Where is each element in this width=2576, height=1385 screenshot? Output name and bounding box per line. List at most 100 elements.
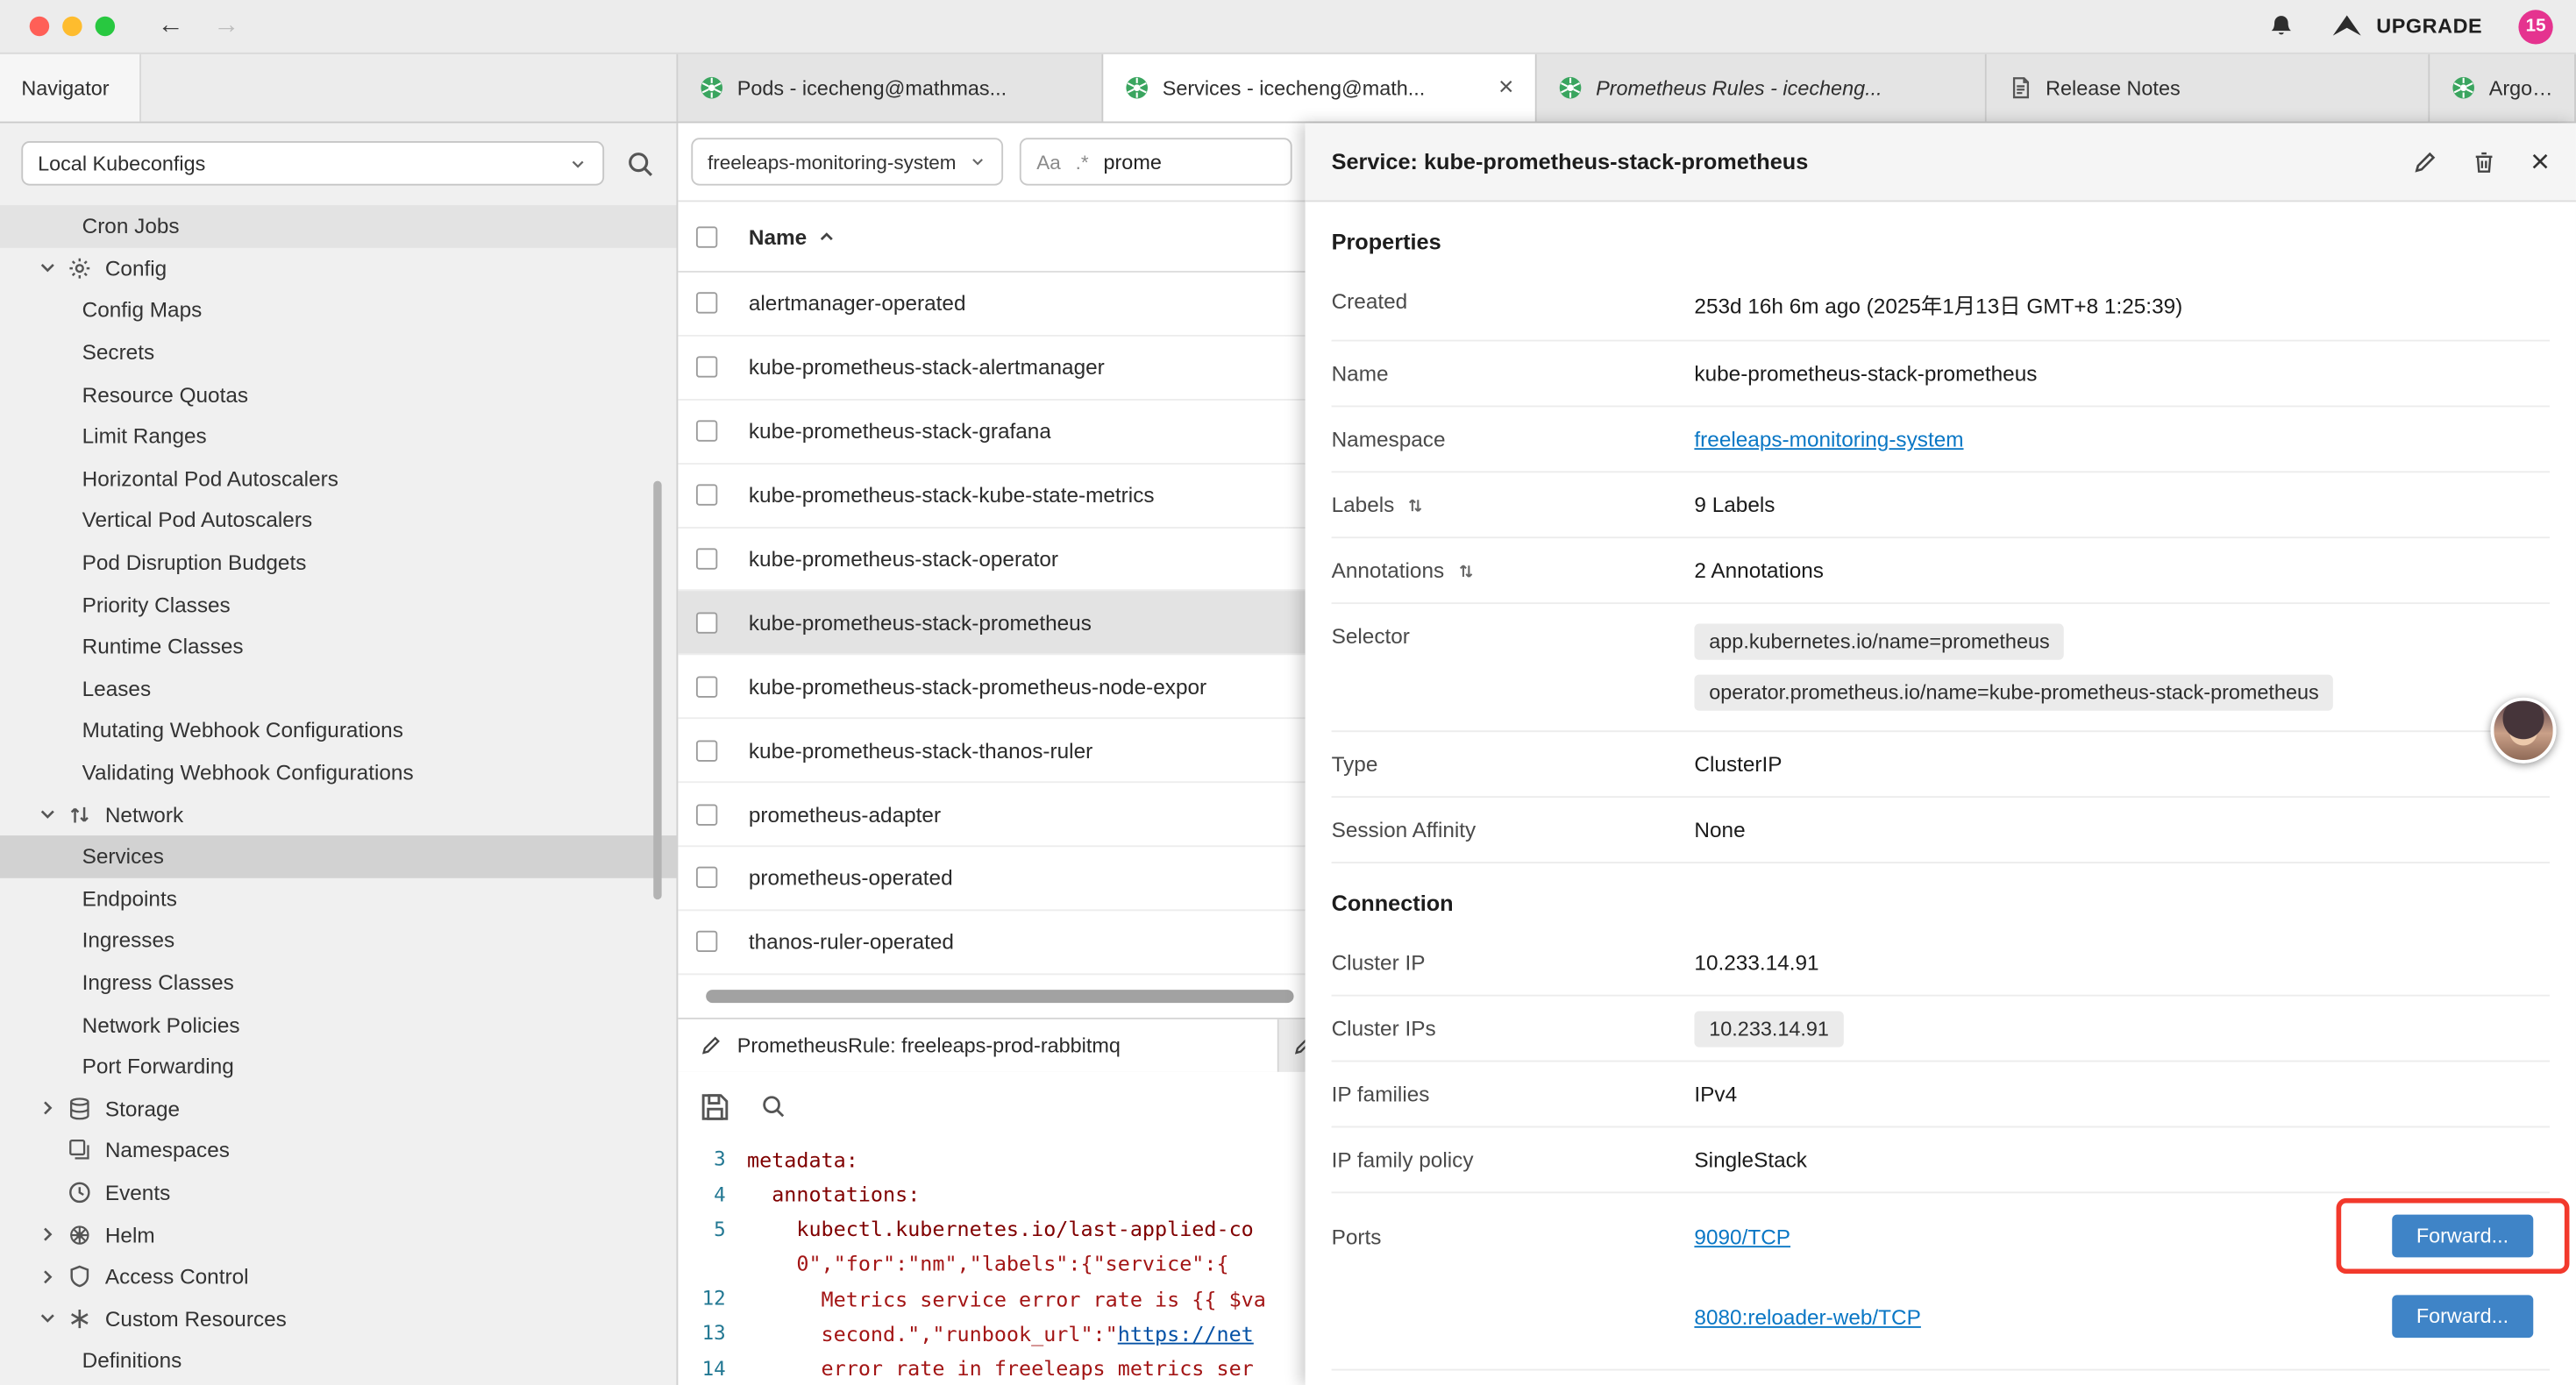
- sidebar-item-label: Horizontal Pod Autoscalers: [82, 466, 338, 491]
- table-row-kube-prometheus-stack-promethe[interactable]: kube-prometheus-stack-prometheus-node-ex…: [678, 656, 1305, 720]
- tab-pods-icecheng-mathmas[interactable]: Pods - icecheng@mathmas...: [678, 54, 1103, 122]
- sidebar-item-config-maps[interactable]: Config Maps: [0, 289, 676, 331]
- sidebar-item-limit-ranges[interactable]: Limit Ranges: [0, 416, 676, 458]
- row-checkbox[interactable]: [696, 357, 717, 378]
- row-checkbox[interactable]: [696, 485, 717, 506]
- navigator-tab[interactable]: Navigator: [0, 54, 141, 122]
- forward-arrow-icon[interactable]: →: [213, 13, 239, 39]
- events-clock-icon: [68, 1180, 92, 1204]
- sidebar-item-leases[interactable]: Leases: [0, 667, 676, 709]
- table-row-alertmanager-operated[interactable]: alertmanager-operated: [678, 273, 1305, 337]
- namespace-link[interactable]: freeleaps-monitoring-system: [1694, 427, 1963, 451]
- sidebar-item-events[interactable]: Events: [0, 1171, 676, 1213]
- chevron-slot: [36, 1265, 68, 1288]
- sidebar-item-cron-jobs[interactable]: Cron Jobs: [0, 205, 676, 247]
- table-row-kube-prometheus-stack-promethe[interactable]: kube-prometheus-stack-prometheus: [678, 592, 1305, 656]
- delete-icon[interactable]: [2472, 148, 2498, 174]
- select-all-checkbox[interactable]: [696, 225, 717, 246]
- sidebar-item-resource-quotas[interactable]: Resource Quotas: [0, 373, 676, 416]
- sidebar-item-ingresses[interactable]: Ingresses: [0, 920, 676, 962]
- row-checkbox[interactable]: [696, 293, 717, 314]
- regex-toggle[interactable]: .*: [1076, 150, 1089, 173]
- namespace-filter[interactable]: freeleaps-monitoring-system: [691, 138, 1004, 185]
- forward-button[interactable]: Forward...: [2392, 1215, 2534, 1258]
- forward-button[interactable]: Forward...: [2392, 1295, 2534, 1338]
- item-icon-slot: [68, 802, 105, 827]
- search-icon[interactable]: [760, 1094, 786, 1120]
- row-checkbox[interactable]: [696, 931, 717, 952]
- row-checkbox[interactable]: [696, 868, 717, 889]
- sidebar-item-definitions[interactable]: Definitions: [0, 1339, 676, 1381]
- sidebar-item-validating-webhook-configurati[interactable]: Validating Webhook Configurations: [0, 751, 676, 793]
- sidebar-item-vertical-pod-autoscalers[interactable]: Vertical Pod Autoscalers: [0, 500, 676, 542]
- search-input[interactable]: Aa .* prome: [1021, 138, 1292, 185]
- table-row-kube-prometheus-stack-alertman[interactable]: kube-prometheus-stack-alertmanager: [678, 337, 1305, 401]
- table-row-kube-prometheus-stack-grafana[interactable]: kube-prometheus-stack-grafana: [678, 400, 1305, 464]
- sidebar-item-config[interactable]: Config: [0, 247, 676, 289]
- editor-tab-next[interactable]: [1279, 1019, 1306, 1071]
- sidebar-item-network[interactable]: Network: [0, 793, 676, 835]
- row-checkbox[interactable]: [696, 676, 717, 697]
- kubeconfig-selector[interactable]: Local Kubeconfigs: [21, 141, 604, 186]
- close-icon[interactable]: ×: [2530, 146, 2550, 178]
- tab-argo-se[interactable]: Argo Se: [2430, 54, 2576, 122]
- sidebar-item-endpoints[interactable]: Endpoints: [0, 877, 676, 920]
- sidebar-item-helm[interactable]: Helm: [0, 1213, 676, 1255]
- sidebar-item-port-forwarding[interactable]: Port Forwarding: [0, 1046, 676, 1088]
- sidebar-item-horizontal-pod-autoscalers[interactable]: Horizontal Pod Autoscalers: [0, 458, 676, 500]
- table-row-kube-prometheus-stack-operator[interactable]: kube-prometheus-stack-operator: [678, 528, 1305, 592]
- sidebar-item-custom-resources[interactable]: Custom Resources: [0, 1297, 676, 1339]
- editor-tab-prometheusrule[interactable]: PrometheusRule: freeleaps-prod-rabbitmq: [678, 1019, 1278, 1071]
- sidebar-item-namespaces[interactable]: Namespaces: [0, 1129, 676, 1171]
- table-row-prometheus-adapter[interactable]: prometheus-adapter: [678, 783, 1305, 847]
- table-row-kube-prometheus-stack-kube-sta[interactable]: kube-prometheus-stack-kube-state-metrics: [678, 464, 1305, 528]
- table-row-kube-prometheus-stack-thanos-r[interactable]: kube-prometheus-stack-thanos-ruler: [678, 720, 1305, 784]
- sidebar-item-ingress-classes[interactable]: Ingress Classes: [0, 962, 676, 1004]
- notification-badge[interactable]: 15: [2518, 9, 2552, 43]
- sidebar-scrollbar[interactable]: [653, 481, 661, 899]
- bell-icon[interactable]: [2268, 12, 2296, 40]
- port-link[interactable]: 9090/TCP: [1694, 1224, 1790, 1248]
- namespace-filter-value: freeleaps-monitoring-system: [708, 150, 956, 173]
- upgrade-button[interactable]: UPGRADE: [2332, 15, 2483, 38]
- close-window-button[interactable]: [30, 17, 49, 36]
- row-checkbox[interactable]: [696, 612, 717, 633]
- yaml-editor[interactable]: 3metadata:4 annotations:5 kubectl.kubern…: [678, 1142, 1305, 1385]
- row-checkbox[interactable]: [696, 548, 717, 569]
- sidebar-item-network-policies[interactable]: Network Policies: [0, 1004, 676, 1046]
- table-row-prometheus-operated[interactable]: prometheus-operated: [678, 847, 1305, 911]
- row-checkbox[interactable]: [696, 804, 717, 825]
- zoom-window-button[interactable]: [96, 17, 115, 36]
- row-checkbox[interactable]: [696, 421, 717, 442]
- close-tab-icon[interactable]: ×: [1498, 75, 1513, 101]
- sidebar-item-mutating-webhook-configuration[interactable]: Mutating Webhook Configurations: [0, 709, 676, 751]
- tab-services-icecheng-math[interactable]: Services - icecheng@math...×: [1103, 54, 1536, 122]
- save-icon[interactable]: [700, 1091, 731, 1123]
- detail-text: kube-prometheus-stack-prometheus: [1694, 361, 2037, 386]
- row-checkbox[interactable]: [696, 740, 717, 761]
- sidebar-item-runtime-classes[interactable]: Runtime Classes: [0, 625, 676, 667]
- detail-text: SingleStack: [1694, 1147, 1807, 1172]
- sidebar-item-storage[interactable]: Storage: [0, 1087, 676, 1129]
- port-link[interactable]: 8080:reloader-web/TCP: [1694, 1304, 1920, 1329]
- detail-label: Labels: [1332, 493, 1695, 517]
- tab-prometheus-rules-icecheng[interactable]: Prometheus Rules - icecheng...: [1537, 54, 1987, 122]
- minimize-window-button[interactable]: [62, 17, 82, 36]
- horizontal-scrollbar[interactable]: [706, 990, 1293, 1003]
- back-arrow-icon[interactable]: ←: [158, 13, 184, 39]
- avatar[interactable]: [2491, 698, 2557, 764]
- search-icon[interactable]: [625, 148, 655, 178]
- match-case-toggle[interactable]: Aa: [1036, 150, 1061, 173]
- sidebar-item-services[interactable]: Services: [0, 835, 676, 877]
- tab-release-notes[interactable]: Release Notes: [1987, 54, 2430, 122]
- sidebar-item-priority-classes[interactable]: Priority Classes: [0, 583, 676, 625]
- detail-label: IP family policy: [1332, 1147, 1695, 1172]
- edit-icon[interactable]: [2412, 148, 2438, 174]
- sidebar-item-label: Events: [105, 1180, 170, 1204]
- sidebar-item-access-control[interactable]: Access Control: [0, 1255, 676, 1297]
- sidebar-item-secrets[interactable]: Secrets: [0, 331, 676, 373]
- name-column-header[interactable]: Name: [749, 224, 836, 249]
- top-bar: ← → UPGRADE 15: [0, 0, 2576, 54]
- table-row-thanos-ruler-operated[interactable]: thanos-ruler-operated: [678, 911, 1305, 975]
- sidebar-item-pod-disruption-budgets[interactable]: Pod Disruption Budgets: [0, 541, 676, 583]
